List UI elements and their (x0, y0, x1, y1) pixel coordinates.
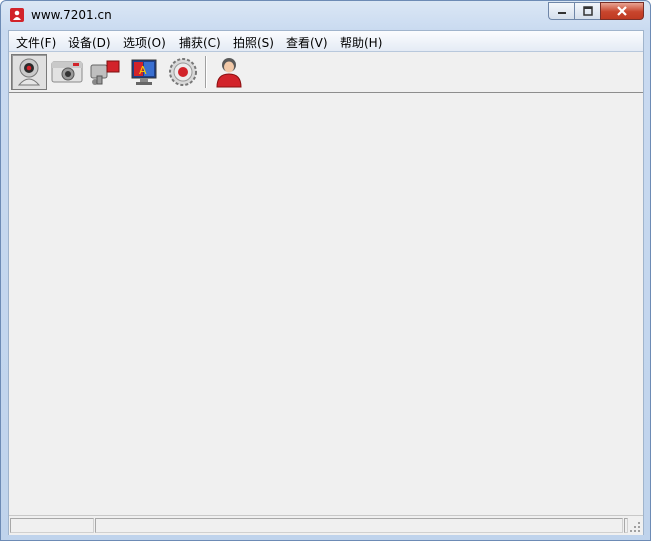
status-pane-2 (95, 518, 623, 533)
preview-area (9, 93, 643, 514)
app-window: www.7201.cn 文件(F) 设备(D) 选项(O) 捕获(C) 拍照(S… (0, 0, 651, 541)
video-camera-button[interactable] (87, 54, 123, 90)
user-icon (216, 58, 242, 88)
minimize-button[interactable] (548, 2, 574, 20)
menu-device[interactable]: 设备(D) (68, 34, 111, 51)
camera-icon (51, 61, 83, 83)
record-gear-button[interactable] (165, 54, 201, 90)
title-bar[interactable]: www.7201.cn (1, 1, 650, 30)
app-logo-icon (10, 8, 24, 22)
record-gear-icon (169, 58, 197, 86)
menu-capture[interactable]: 捕获(C) (179, 34, 221, 51)
status-pane-3 (624, 518, 628, 533)
monitor-settings-button[interactable]: A (126, 54, 162, 90)
user-button[interactable] (211, 54, 247, 90)
client-area: 文件(F) 设备(D) 选项(O) 捕获(C) 拍照(S) 查看(V) 帮助(H… (8, 30, 644, 535)
caption-buttons (548, 2, 644, 21)
close-icon (617, 6, 627, 16)
menu-bar: 文件(F) 设备(D) 选项(O) 捕获(C) 拍照(S) 查看(V) 帮助(H… (9, 31, 643, 52)
webcam-button[interactable] (11, 54, 47, 90)
monitor-settings-icon: A (131, 59, 157, 85)
toolbar: A (9, 52, 643, 93)
maximize-icon (582, 6, 593, 16)
maximize-button[interactable] (574, 2, 600, 20)
status-pane-1 (10, 518, 94, 533)
camera-button[interactable] (49, 54, 85, 90)
status-bar (9, 515, 643, 535)
close-button[interactable] (600, 2, 644, 20)
menu-view[interactable]: 查看(V) (286, 34, 328, 51)
toolbar-separator (205, 56, 207, 88)
resize-grip-icon[interactable] (629, 521, 641, 533)
menu-snapshot[interactable]: 拍照(S) (233, 34, 274, 51)
minimize-icon (557, 12, 566, 14)
menu-options[interactable]: 选项(O) (123, 34, 166, 51)
video-camera-icon (90, 60, 120, 85)
menu-file[interactable]: 文件(F) (16, 34, 56, 51)
svg-text:A: A (139, 64, 147, 77)
menu-help[interactable]: 帮助(H) (340, 34, 382, 51)
window-title: www.7201.cn (31, 8, 112, 22)
webcam-icon (17, 58, 41, 86)
